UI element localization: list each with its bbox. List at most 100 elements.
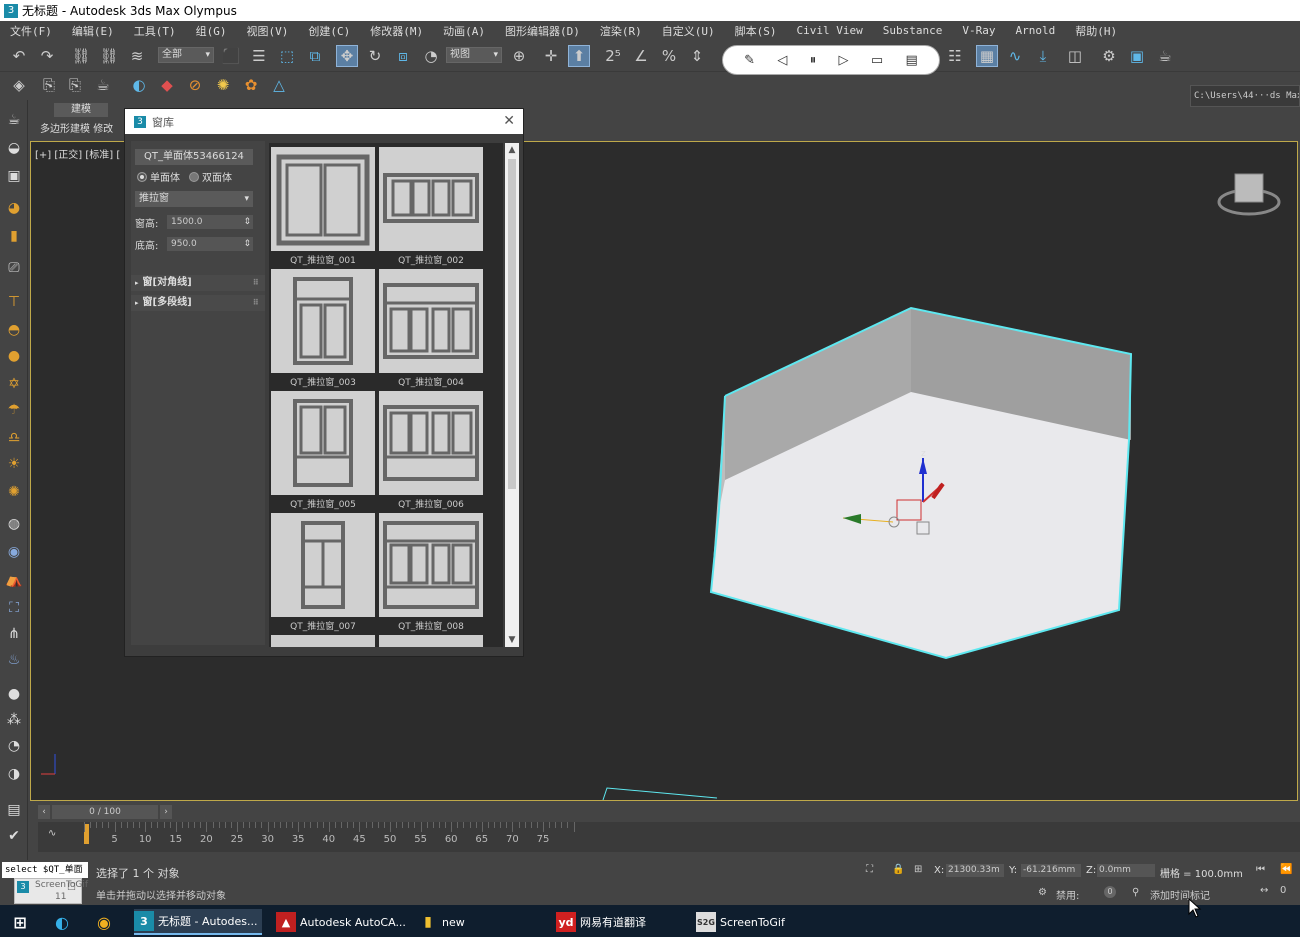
taskbar-youdao[interactable]: yd 网易有道翻译 — [556, 909, 646, 935]
umbrella-icon[interactable]: ☂ — [4, 400, 24, 420]
rollout-diagonal[interactable]: ▸ 窗[对角线] ⠿ — [131, 275, 265, 291]
menu-customize[interactable]: 自定义(U) — [652, 23, 725, 39]
light-icon[interactable]: ◕ — [4, 198, 24, 218]
menu-arnold[interactable]: Arnold — [1005, 24, 1065, 37]
y-coordinate-field[interactable]: -61.216mm — [1021, 864, 1081, 877]
next-icon[interactable]: ▷ — [839, 53, 849, 68]
zero-field[interactable]: 0 — [1280, 885, 1286, 896]
schematic-view-icon[interactable]: ⤓ — [1032, 45, 1054, 67]
curve-icon[interactable]: ∿ — [48, 828, 56, 839]
ribbon-polygon-modeling[interactable]: 多边形建模 修改 — [40, 120, 113, 135]
maxscript-listener[interactable]: select $QT_单面 — [2, 862, 88, 878]
x-coordinate-field[interactable]: 21300.33m — [946, 864, 1004, 877]
plugin-icon-3[interactable]: ⎘ — [64, 74, 86, 96]
thumbnail-item[interactable]: QT_推拉窗_003 — [271, 269, 375, 388]
menu-scripting[interactable]: 脚本(S) — [725, 23, 787, 39]
menu-tools[interactable]: 工具(T) — [124, 23, 186, 39]
sphere-icon-2[interactable]: ◉ — [4, 542, 24, 562]
vray-icon[interactable]: ✔ — [4, 826, 24, 846]
edge-icon[interactable]: ◐ — [52, 909, 76, 935]
taskbar-autocad[interactable]: ▲ Autodesk AutoCA... — [276, 909, 406, 935]
absolute-mode-icon[interactable]: ⊞ — [914, 864, 922, 875]
render-production-icon[interactable]: ☕ — [1154, 45, 1176, 67]
grass-icon[interactable]: ⋔ — [4, 624, 24, 644]
menu-graph-editors[interactable]: 图形编辑器(D) — [495, 23, 590, 39]
radio-single-face[interactable]: 单面体 — [137, 169, 180, 184]
time-next-icon[interactable]: › — [160, 805, 172, 819]
object-name-button[interactable]: QT_单面体53466124 — [135, 149, 253, 165]
sill-height-spinner[interactable]: 950.0 — [167, 237, 253, 251]
menu-vray[interactable]: V-Ray — [952, 24, 1005, 37]
menu-create[interactable]: 创建(C) — [298, 23, 360, 39]
lock-icon[interactable]: 🔒 — [892, 864, 904, 875]
geo-icon[interactable]: ✡ — [4, 374, 24, 394]
menu-help[interactable]: 帮助(H) — [1065, 23, 1127, 39]
plugin-icon-1[interactable]: ◈ — [8, 74, 30, 96]
z-coordinate-field[interactable]: 0.0mm — [1097, 864, 1155, 877]
layer-explorer-icon[interactable]: ☷ — [944, 45, 966, 67]
edit-icon[interactable]: ✎ — [744, 53, 755, 68]
material-icon[interactable]: ◑ — [4, 764, 24, 784]
thumbnail-scrollbar[interactable]: ▲ ▼ — [505, 143, 519, 647]
time-prev-icon[interactable]: ‹ — [38, 805, 50, 819]
prev-frame-icon[interactable]: ⏪ — [1280, 864, 1292, 875]
bind-spacewarp-icon[interactable]: ≋ — [126, 45, 148, 67]
menu-views[interactable]: 视图(V) — [237, 23, 299, 39]
reference-coordinate-dropdown[interactable]: 视图 — [446, 47, 502, 63]
spinner-snap-icon[interactable]: ⇕ — [686, 45, 708, 67]
pivot-center-icon[interactable]: ⊕ — [508, 45, 530, 67]
expand-icon[interactable]: ↔ — [1260, 885, 1268, 896]
fire-icon[interactable]: ♨ — [4, 650, 24, 670]
menu-substance[interactable]: Substance — [873, 24, 953, 37]
chrome-icon[interactable]: ◉ — [94, 909, 118, 935]
curve-editor-icon[interactable]: ∿ — [1004, 45, 1026, 67]
start-icon[interactable]: ⊞ — [10, 909, 34, 935]
menu-animation[interactable]: 动画(A) — [433, 23, 495, 39]
thumbnail-item[interactable]: QT_推拉窗_004 — [379, 269, 483, 388]
zero-indicator[interactable]: 0 — [1104, 886, 1116, 898]
track-bar[interactable]: ∿ 5 10 15 20 25 30 35 40 45 50 55 60 65 70 75 — [38, 822, 1300, 852]
flower-icon[interactable]: ✿ — [240, 74, 262, 96]
sun-icon[interactable]: ☀ — [4, 454, 24, 474]
video-icon[interactable]: ⎚ — [4, 258, 24, 278]
lamp-icon[interactable]: ⊤ — [4, 292, 24, 312]
scroll-up-icon[interactable]: ▲ — [505, 143, 519, 157]
select-scale-icon[interactable]: ⧈ — [392, 45, 414, 67]
box-icon[interactable]: ▣ — [4, 166, 24, 186]
select-manipulate-icon[interactable]: ✛ — [540, 45, 562, 67]
menu-civil-view[interactable]: Civil View — [787, 24, 873, 37]
sparkle-icon[interactable]: ✺ — [4, 482, 24, 502]
save-icon[interactable]: ▭ — [871, 53, 883, 68]
taskbar-folder-new[interactable]: ▮ new — [418, 909, 465, 935]
plugin-icon-4[interactable]: ☕ — [92, 74, 114, 96]
window-type-dropdown[interactable]: 推拉窗 — [135, 191, 253, 207]
isolate-icon[interactable]: ⛶ — [866, 864, 873, 875]
taskbar-3dsmax[interactable]: 3 无标题 - Autodes... — [134, 909, 262, 935]
marker-icon[interactable]: ⚲ — [1132, 887, 1139, 898]
thumbnail-item[interactable]: QT_推拉窗_008 — [379, 513, 483, 632]
keyboard-shortcut-override-icon[interactable]: ⬆ — [568, 45, 590, 67]
snaps-toggle-icon[interactable]: 2⁵ — [602, 45, 624, 67]
menu-group[interactable]: 组(G) — [186, 23, 237, 39]
tab-modeling[interactable]: 建模 — [54, 103, 108, 117]
restore-icon[interactable]: ☐ — [67, 882, 76, 893]
rect-selection-icon[interactable]: ⬚ — [276, 45, 298, 67]
toggle-ribbon-icon[interactable]: ▦ — [976, 45, 998, 67]
save-as-icon[interactable]: ▤ — [906, 53, 918, 68]
time-slider[interactable]: ‹ 0 / 100 › — [38, 805, 172, 819]
select-by-name-icon[interactable]: ☰ — [248, 45, 270, 67]
select-move-icon[interactable]: ✥ — [336, 45, 358, 67]
project-path-field[interactable]: C:\Users\44···ds Max 2 — [1190, 85, 1300, 107]
dialog-titlebar[interactable]: 3 窗库 ✕ — [125, 109, 523, 134]
bulb-icon[interactable]: ✺ — [212, 74, 234, 96]
dome-icon[interactable]: ◓ — [4, 320, 24, 340]
pause-icon[interactable]: ⏸ — [810, 53, 817, 68]
window-height-spinner[interactable]: 1500.0 — [167, 215, 253, 229]
prev-icon[interactable]: ◁ — [777, 53, 787, 68]
rollout-polyline[interactable]: ▸ 窗[多段线] ⠿ — [131, 295, 265, 311]
link-icon[interactable]: ⛓ — [70, 45, 92, 67]
select-place-icon[interactable]: ◔ — [420, 45, 442, 67]
thumbnail-item[interactable]: QT_推拉窗_002 — [379, 147, 483, 266]
render-setup-icon[interactable]: ⚙ — [1098, 45, 1120, 67]
scroll-down-icon[interactable]: ▼ — [505, 633, 519, 647]
